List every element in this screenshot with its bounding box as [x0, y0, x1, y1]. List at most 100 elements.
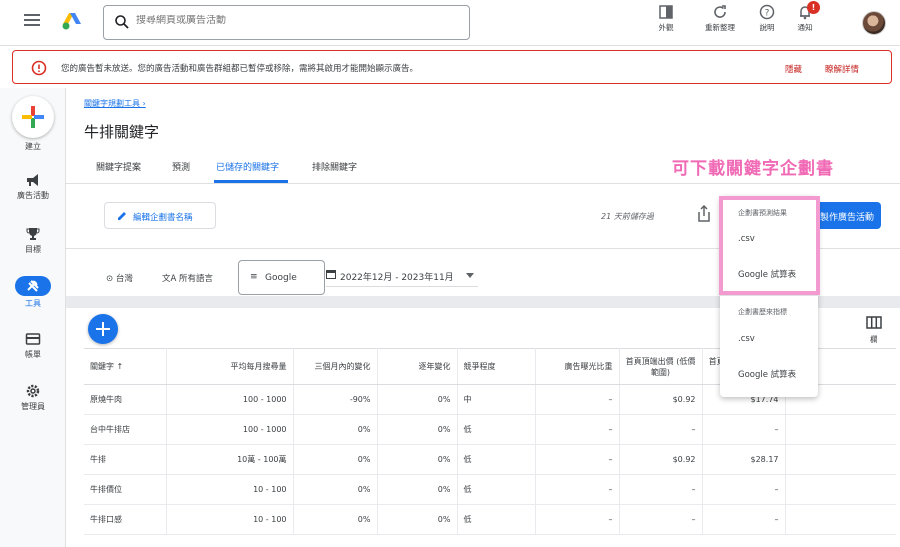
search-box[interactable]: [103, 5, 470, 40]
alert-banner: 您的廣告暫未放送。您的廣告活動和廣告群組都已暫停或移除，需將其啟用才能開始顯示廣…: [12, 50, 892, 84]
nav-tools[interactable]: 工具: [0, 276, 66, 309]
tab-negative-keywords[interactable]: 排除關鍵字: [312, 160, 357, 173]
breadcrumb[interactable]: 關鍵字規劃工具 ›: [84, 98, 146, 109]
search-input[interactable]: [136, 15, 436, 26]
table-cell: –: [702, 474, 786, 505]
table-cell: –: [535, 474, 620, 505]
table-cell: 低: [457, 414, 536, 445]
edit-plan-name-label: 編輯企劃書名稱: [133, 213, 193, 223]
table-cell: –: [619, 504, 703, 535]
nav-admin-label: 管理員: [21, 402, 45, 411]
network-filter[interactable]: ≡ Google: [238, 260, 325, 295]
columns-button[interactable]: [866, 316, 882, 333]
table-cell: 0%: [293, 504, 378, 535]
table-cell: $0.92: [619, 444, 703, 475]
appearance-label: 外觀: [658, 23, 674, 32]
table-cell: $28.17: [702, 444, 786, 475]
highlight-box: [719, 196, 820, 295]
location-filter[interactable]: ⊙ 台灣: [106, 272, 133, 284]
tab-forecast[interactable]: 預測: [172, 160, 190, 173]
learn-more-link[interactable]: 瞭解詳情: [825, 63, 859, 75]
notifications-label: 通知: [797, 23, 813, 32]
table-cell: [785, 414, 896, 445]
create-button[interactable]: [12, 96, 54, 138]
table-row[interactable]: 牛排口感 10 - 100 0% 0% 低 – – –: [84, 504, 896, 535]
hide-alert-link[interactable]: 隱藏: [785, 63, 802, 75]
tab-saved-keywords[interactable]: 已儲存的關鍵字: [216, 160, 279, 173]
nav-billing[interactable]: 帳單: [0, 331, 66, 360]
table-cell: 低: [457, 474, 536, 505]
columns-label: 欄: [870, 335, 878, 344]
table-cell: 0%: [377, 384, 458, 415]
alert-text: 您的廣告暫未放送。您的廣告活動和廣告群組都已暫停或移除，需將其啟用才能開始顯示廣…: [61, 64, 419, 74]
notification-badge: !: [807, 1, 820, 14]
column-header-top-bid-low[interactable]: 首頁頂端出價 (低價範圍): [619, 348, 703, 385]
table-cell: 原燒牛肉: [84, 384, 167, 415]
left-nav: [0, 88, 66, 547]
network-value: Google: [265, 273, 297, 283]
table-cell: [785, 474, 896, 505]
avatar[interactable]: [862, 11, 886, 35]
location-value: 台灣: [115, 274, 133, 284]
language-value: 所有語言: [179, 274, 214, 284]
refresh-icon: [714, 5, 726, 18]
table-cell: 10 - 100: [166, 474, 294, 505]
date-range-filter[interactable]: 2022年12月 - 2023年11月: [326, 262, 478, 287]
plus-icon: [22, 106, 44, 128]
refresh-label: 重新整理: [705, 23, 735, 32]
share-icon: [698, 204, 710, 222]
column-header-impression-share[interactable]: 廣告曝光比重: [535, 348, 620, 385]
help-button[interactable]: ? 說明: [747, 4, 787, 42]
pencil-icon: [118, 212, 126, 220]
help-label: 說明: [759, 23, 775, 32]
table-row[interactable]: 牛排 10萬 - 100萬 0% 0% 低 – $0.92 $28.17: [84, 444, 896, 475]
nav-goals[interactable]: 目標: [0, 226, 66, 255]
menu-item-historical-sheets[interactable]: Google 試算表: [738, 368, 796, 380]
nav-create[interactable]: 建立: [0, 139, 66, 152]
table-cell: –: [702, 504, 786, 535]
column-header-yoy-change[interactable]: 逐年變化: [377, 348, 458, 385]
svg-text:?: ?: [765, 9, 770, 19]
table-cell: -90%: [293, 384, 378, 415]
nav-admin[interactable]: 管理員: [0, 383, 66, 412]
menu-icon[interactable]: [24, 14, 40, 28]
calendar-icon: [326, 270, 336, 279]
column-header-three-month-change[interactable]: 三個月內的變化: [293, 348, 378, 385]
column-header-keyword[interactable]: 關鍵字 ↑: [84, 348, 167, 385]
edit-plan-name-button[interactable]: 編輯企劃書名稱: [104, 202, 216, 229]
table-row[interactable]: 牛排價位 10 - 100 0% 0% 低 – – –: [84, 474, 896, 505]
nav-campaigns[interactable]: 廣告活動: [0, 172, 66, 201]
table-cell: 0%: [377, 444, 458, 475]
columns-icon: [866, 316, 882, 329]
nav-campaigns-label: 廣告活動: [17, 191, 49, 200]
table-cell: –: [535, 504, 620, 535]
table-cell: –: [619, 414, 703, 445]
refresh-button[interactable]: 重新整理: [700, 4, 740, 42]
tools-icon: [15, 276, 51, 296]
trophy-icon: [26, 228, 40, 240]
google-ads-logo[interactable]: [62, 12, 82, 30]
table-row[interactable]: 台中牛排店 100 - 1000 0% 0% 低 – – –: [84, 414, 896, 445]
plus-icon: [96, 322, 110, 336]
menu-item-historical-csv[interactable]: .csv: [738, 334, 755, 344]
language-filter[interactable]: 文A 所有語言: [162, 272, 213, 284]
credit-card-icon: [25, 333, 41, 345]
column-header-competition[interactable]: 競爭程度: [457, 348, 536, 385]
table-cell: 低: [457, 504, 536, 535]
table-cell: 0%: [293, 414, 378, 445]
table-cell: –: [535, 414, 620, 445]
table-cell: 0%: [293, 444, 378, 475]
tab-keyword-ideas[interactable]: 關鍵字提案: [96, 160, 141, 173]
table-cell: [785, 504, 896, 535]
date-range-value: 2022年12月 - 2023年11月: [340, 273, 454, 283]
add-keyword-button[interactable]: [88, 314, 118, 344]
column-header-avg-searches[interactable]: 平均每月搜尋量: [166, 348, 294, 385]
create-campaign-button[interactable]: 建立製作廣告活動: [802, 202, 881, 229]
table-cell: 10萬 - 100萬: [166, 444, 294, 475]
appearance-icon: [659, 5, 673, 19]
appearance-button[interactable]: 外觀: [646, 4, 686, 42]
download-button[interactable]: [696, 204, 712, 226]
table-cell: 牛排: [84, 444, 167, 475]
table-cell: 0%: [377, 474, 458, 505]
table-cell: 0%: [377, 414, 458, 445]
